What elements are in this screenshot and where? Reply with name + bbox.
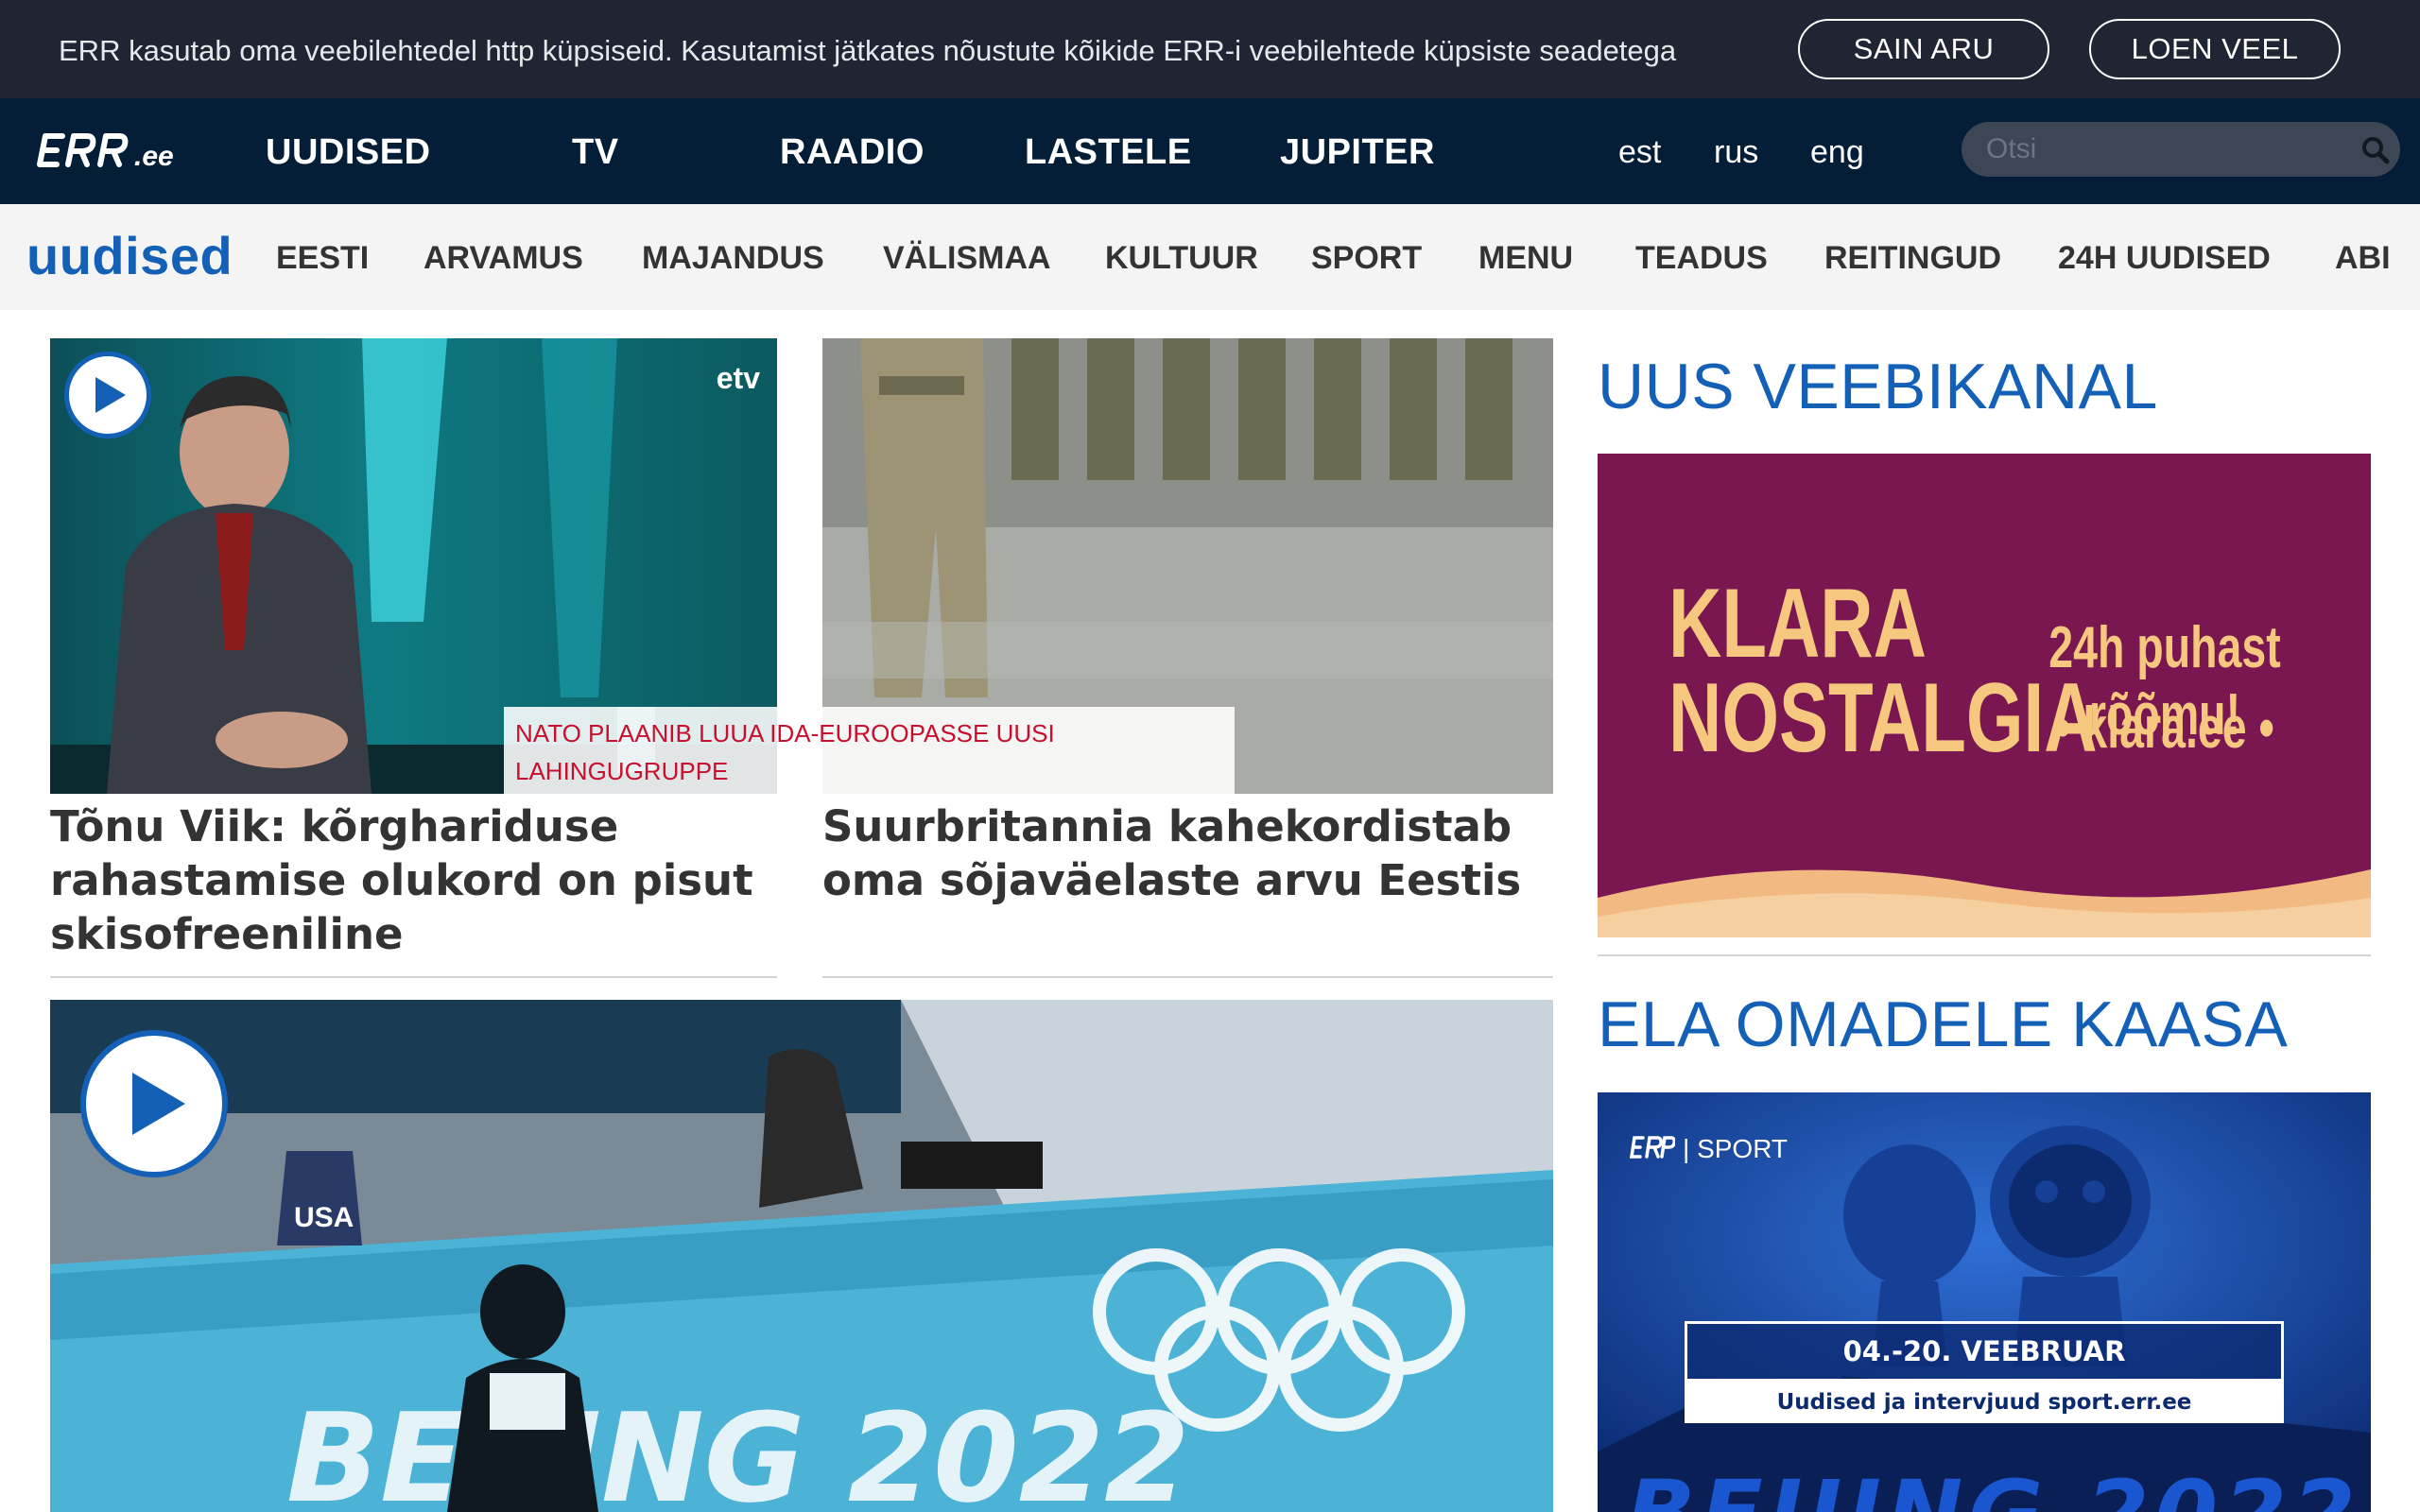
topnav-tv[interactable]: TV xyxy=(572,132,619,173)
subnav-majandus[interactable]: MAJANDUS xyxy=(642,240,824,277)
subnav-24h-uudised[interactable]: 24H UUDISED xyxy=(2058,240,2271,277)
subnav-kultuur[interactable]: KULTUUR xyxy=(1105,240,1258,277)
event-dates-box: 04.-20. VEEBRUAR xyxy=(1685,1321,2284,1382)
sidebar-heading-new-channel: UUS VEEBIKANAL xyxy=(1598,351,2158,422)
klara-title-line2: NOSTALGIA xyxy=(1668,663,2098,773)
sidebar-heading-follow: ELA OMADELE KAASA xyxy=(1598,988,2289,1060)
section-navigation: uudised EESTI ARVAMUS MAJANDUS VÄLISMAA … xyxy=(0,204,2420,310)
cookie-accept-button[interactable]: SAIN ARU xyxy=(1798,19,2049,79)
sidebar-divider xyxy=(1598,954,2371,956)
klara-title: KLARA NOSTALGIA xyxy=(1668,569,2098,773)
sport-caption: Uudised ja intervjuud sport.err.ee xyxy=(1685,1382,2284,1423)
article-divider xyxy=(822,976,1553,978)
topnav-raadio[interactable]: RAADIO xyxy=(780,132,925,173)
err-sport-banner[interactable]: | SPORT 04.-20. VEEBRUAR Uudised ja inte… xyxy=(1598,1092,2371,1512)
lang-eng[interactable]: eng xyxy=(1810,134,1864,171)
subnav-menu[interactable]: MENU xyxy=(1478,240,1573,277)
subnav-reitingud[interactable]: REITINGUD xyxy=(1824,240,2001,277)
usa-bib-text: USA xyxy=(294,1202,354,1233)
search-icon[interactable] xyxy=(2360,135,2391,165)
topnav-uudised[interactable]: UUDISED xyxy=(266,132,431,173)
klara-nostalgia-banner[interactable]: KLARA NOSTALGIA 24h puhast rõõmu! • klar… xyxy=(1598,454,2371,937)
subnav-valismaa[interactable]: VÄLISMAA xyxy=(883,240,1051,277)
sport-brand-text: SPORT xyxy=(1697,1134,1789,1163)
video-play-button[interactable] xyxy=(80,1030,228,1177)
lang-est[interactable]: est xyxy=(1618,134,1661,171)
cookie-bar: ERR kasutab oma veebilehtedel http küpsi… xyxy=(0,0,2420,98)
subnav-arvamus[interactable]: ARVAMUS xyxy=(424,240,583,277)
klara-url: • klara.ee • xyxy=(2055,696,2274,761)
search-box xyxy=(1962,122,2400,177)
cookie-text: ERR kasutab oma veebilehtedel http küpsi… xyxy=(59,34,1677,67)
play-icon xyxy=(95,377,126,413)
subnav-abi[interactable]: ABI xyxy=(2335,240,2391,277)
play-icon xyxy=(132,1073,185,1135)
article-headline[interactable]: Tõnu Viik: kõrghariduse rahastamise oluk… xyxy=(50,799,777,961)
cookie-read-more-button[interactable]: LOEN VEEL xyxy=(2089,19,2341,79)
beijing-2022-text: BEIJING 2022 xyxy=(286,1386,1190,1512)
article-image[interactable]: BEIJING 2022 USA xyxy=(50,1000,1553,1512)
article-divider xyxy=(50,976,777,978)
video-play-button[interactable] xyxy=(64,352,151,438)
topnav-lastele[interactable]: LASTELE xyxy=(1025,132,1192,173)
lang-rus[interactable]: rus xyxy=(1714,134,1758,171)
beijing-2022-banner-text: BEIJING 2022 xyxy=(1626,1461,2361,1512)
subnav-teadus[interactable]: TEADUS xyxy=(1635,240,1768,277)
etv-badge: etv xyxy=(716,361,760,395)
klara-title-line1: KLARA xyxy=(1668,569,1927,679)
err-sport-logo xyxy=(1630,1136,1675,1159)
err-sport-brand: | SPORT xyxy=(1683,1134,1789,1163)
article-overlay-label[interactable]: NATO PLAANIB LUUA IDA-EUROOPASSE UUSI LA… xyxy=(504,707,1235,794)
topnav-jupiter[interactable]: JUPITER xyxy=(1280,132,1435,173)
subnav-eesti[interactable]: EESTI xyxy=(276,240,369,277)
top-navigation: .ee UUDISED TV RAADIO LASTELE JUPITER es… xyxy=(0,98,2420,204)
err-logo[interactable]: .ee xyxy=(36,127,187,174)
search-input[interactable] xyxy=(1984,129,2343,169)
section-title[interactable]: uudised xyxy=(26,225,233,286)
svg-text:.ee: .ee xyxy=(134,141,174,172)
olympics-photo: BEIJING 2022 USA xyxy=(50,1000,1553,1512)
article-headline[interactable]: Suurbritannia kahekordistab oma sõjaväel… xyxy=(822,799,1553,907)
subnav-sport[interactable]: SPORT xyxy=(1311,240,1422,277)
